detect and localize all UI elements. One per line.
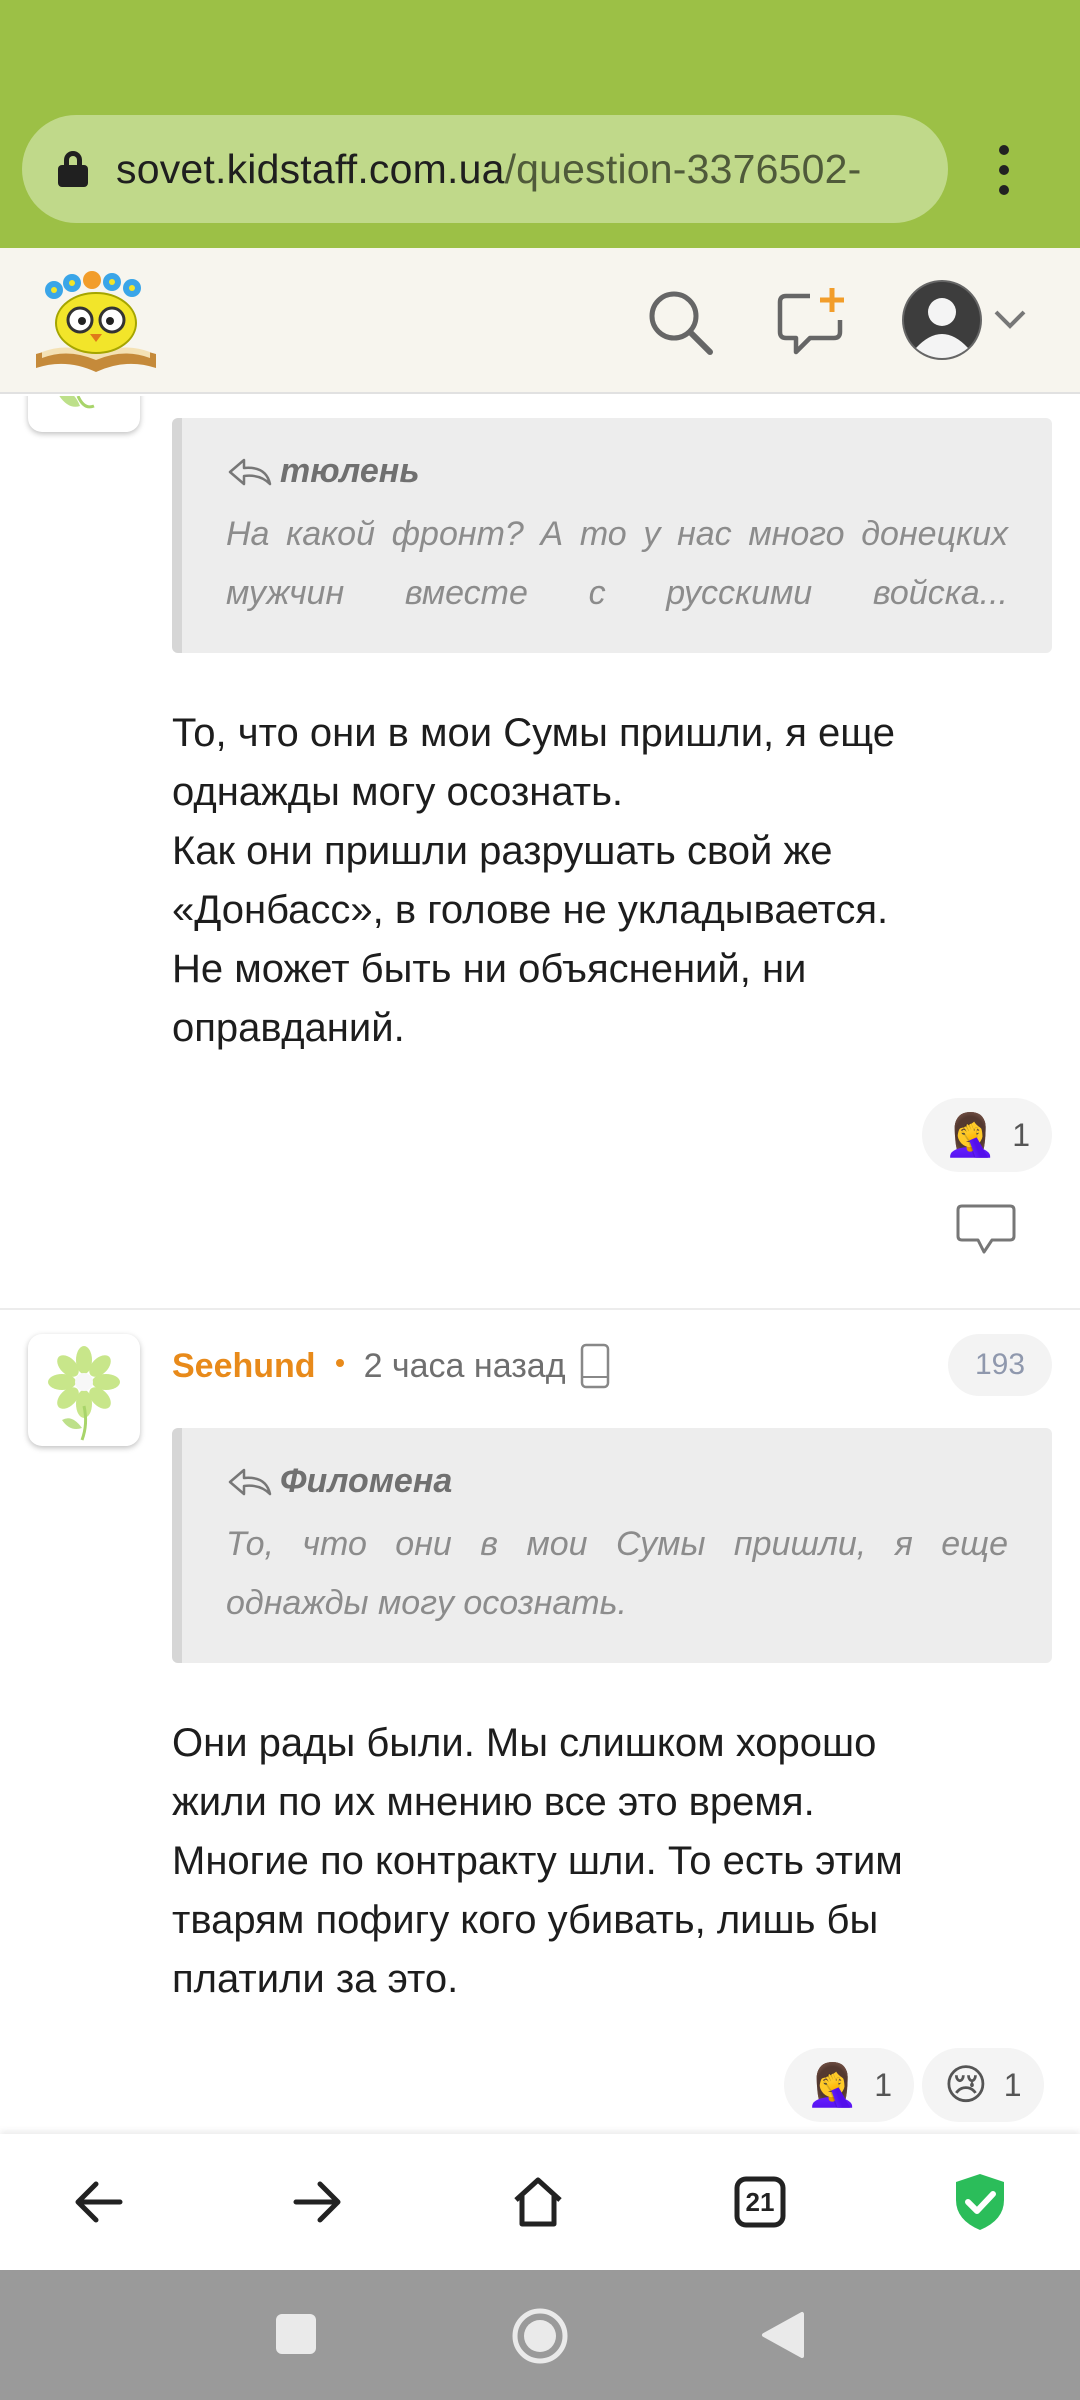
address-bar[interactable]: sovet.kidstaff.com.ua/question-3376502- — [22, 115, 948, 223]
url-domain: sovet.kidstaff.com.ua — [116, 145, 505, 192]
home-icon[interactable] — [506, 2170, 570, 2234]
shield-check-icon[interactable] — [948, 2170, 1012, 2234]
comment-line: Не может быть ни объяснений, ни — [172, 947, 807, 991]
reply-comment-icon[interactable] — [956, 1202, 1016, 1256]
mobile-device-icon — [580, 1343, 609, 1389]
comment-line: «Донбасс», в голове не укладывается. — [172, 888, 889, 932]
comments-feed: тюлень На какой фронт? А то у нас много … — [0, 396, 1080, 2134]
quote-block: Филомена То, что они в мои Сумы пришли, … — [172, 1428, 1052, 1663]
tab-count: 21 — [745, 2186, 775, 2217]
online-dot — [335, 1359, 344, 1367]
forward-arrow-icon[interactable] — [286, 2170, 350, 2234]
quote-author-name: тюлень — [280, 452, 420, 490]
quote-line: мужчин вместе с русскими войска... — [226, 574, 1008, 612]
user-avatar-icon[interactable] — [900, 278, 984, 362]
reaction-count: 1 — [1012, 1116, 1031, 1153]
quote-line: То, что они в мои Сумы пришли, я еще — [226, 1525, 1008, 1563]
quote-line: На какой фронт? А то у нас много донецки… — [226, 515, 1008, 553]
facepalm-emoji-icon: 🤦‍♀️ — [806, 2061, 859, 2108]
quote-author[interactable]: Филомена — [226, 1462, 1008, 1501]
comment-line: тварям пофигу кого убивать, лишь бы — [172, 1898, 879, 1942]
lock-icon[interactable] — [58, 151, 88, 187]
facepalm-emoji-icon: 🤦‍♀️ — [944, 1111, 997, 1158]
comment-line: Они рады были. Мы слишком хорошо — [172, 1721, 877, 1765]
reaction-crying[interactable]: 😢 1 — [922, 2048, 1044, 2122]
reply-arrow-icon — [228, 458, 272, 485]
back-triangle-icon[interactable] — [760, 2310, 806, 2360]
comment-number-badge[interactable]: 193 — [948, 1334, 1052, 1396]
quote-block: тюлень На какой фронт? А то у нас много … — [172, 418, 1052, 653]
flower-avatar-icon — [48, 1346, 120, 1441]
crying-emoji-icon: 😢 — [944, 2061, 988, 2108]
comment-body: То, что они в мои Сумы пришли, я еще одн… — [172, 704, 1052, 1058]
comment-line: жили по их мнению все это время. — [172, 1780, 815, 1824]
comment-divider — [0, 1308, 1080, 1310]
url-path: /question-3376502- — [504, 145, 862, 192]
comment-line: Как они пришли разрушать свой же — [172, 829, 833, 873]
chevron-down-icon[interactable] — [992, 308, 1028, 332]
comment-line: оправданий. — [172, 1006, 405, 1050]
reaction-count: 1 — [1003, 2066, 1022, 2103]
back-arrow-icon[interactable] — [66, 2170, 130, 2234]
kebab-menu-icon[interactable] — [992, 145, 1016, 195]
comment-line: платили за это. — [172, 1957, 459, 2001]
search-icon[interactable] — [644, 286, 716, 358]
avatar[interactable] — [28, 396, 140, 432]
tabs-button[interactable]: 21 — [728, 2170, 792, 2234]
android-nav-bar — [0, 2270, 1080, 2400]
new-message-icon[interactable] — [776, 286, 852, 358]
comment-time: 2 часа назад — [363, 1346, 566, 1385]
home-circle-icon[interactable] — [510, 2306, 570, 2366]
comment-author[interactable]: Seehund — [172, 1347, 316, 1386]
comment-line: Многие по контракту шли. То есть этим — [172, 1839, 903, 1883]
browser-bottom-nav: 21 — [0, 2134, 1080, 2270]
comment-body: Они рады были. Мы слишком хорошо жили по… — [172, 1714, 1052, 2009]
quote-author-name: Филомена — [280, 1462, 453, 1500]
comment-meta: Seehund 2 часа назад — [172, 1343, 610, 1389]
reaction-facepalm[interactable]: 🤦‍♀️ 1 — [922, 1098, 1053, 1172]
reaction-count: 1 — [874, 2066, 893, 2103]
comment-line: однажды могу осознать. — [172, 770, 624, 814]
avatar[interactable] — [28, 1334, 140, 1446]
quote-line: однажды могу осознать. — [226, 1584, 627, 1622]
reaction-facepalm[interactable]: 🤦‍♀️ 1 — [784, 2048, 915, 2122]
browser-toolbar: sovet.kidstaff.com.ua/question-3376502- — [0, 0, 1080, 248]
quote-author[interactable]: тюлень — [226, 452, 1008, 491]
url-text[interactable]: sovet.kidstaff.com.ua/question-3376502- — [116, 146, 862, 193]
reply-arrow-icon — [228, 1468, 272, 1495]
site-header — [0, 248, 1080, 394]
site-logo[interactable] — [32, 268, 160, 376]
comment-line: То, что они в мои Сумы пришли, я еще — [172, 711, 895, 755]
recents-square-icon[interactable] — [274, 2312, 318, 2356]
